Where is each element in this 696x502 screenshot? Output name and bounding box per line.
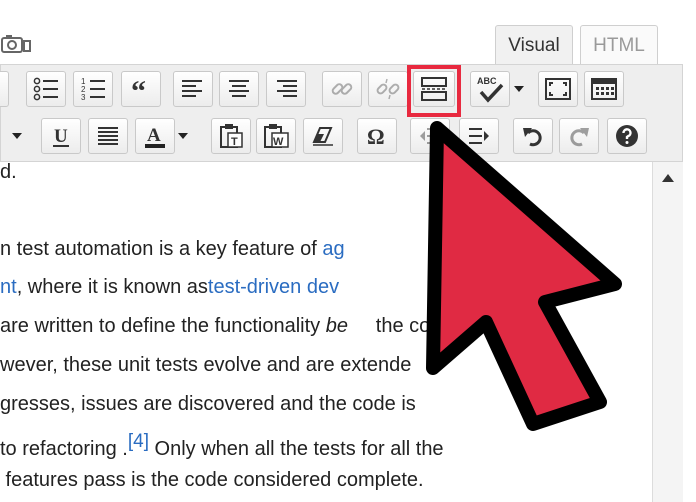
content-line: n test automation is a key feature of ag: [0, 238, 345, 260]
add-media-icon[interactable]: [0, 32, 32, 56]
text-color-button[interactable]: A: [135, 118, 175, 154]
paste-word-glyph: W: [273, 136, 284, 148]
align-left-button[interactable]: [173, 71, 213, 107]
indent-icon: [469, 128, 489, 144]
vertical-scrollbar[interactable]: [652, 162, 683, 502]
content-line: features pass is the code considered com…: [0, 469, 424, 491]
special-character-button[interactable]: Ω: [357, 118, 397, 154]
tab-html[interactable]: HTML: [580, 25, 658, 65]
scroll-up-arrow-icon[interactable]: [662, 174, 674, 182]
format-dropdown[interactable]: [8, 118, 26, 154]
editor-content[interactable]: d. n test automation is a key feature of…: [0, 162, 652, 502]
help-button[interactable]: [607, 118, 647, 154]
paste-from-word-icon: W: [264, 124, 289, 148]
align-right-button[interactable]: [266, 71, 306, 107]
chevron-down-icon: [514, 86, 524, 92]
outdent-button[interactable]: [410, 118, 450, 154]
content-line: are written to define the functionality …: [0, 315, 473, 337]
blockquote-button[interactable]: “: [121, 71, 161, 107]
more-tag-highlight: [407, 65, 461, 117]
toolbar-button-partial[interactable]: [0, 71, 9, 107]
align-center-icon: [229, 80, 249, 97]
content-line: to refactoring .[4] Only when all the te…: [0, 431, 444, 460]
help-icon: [616, 125, 638, 147]
kitchen-sink-button[interactable]: [584, 71, 624, 107]
chevron-down-icon: [12, 133, 22, 139]
redo-button[interactable]: [559, 118, 599, 154]
text-color-icon: A: [145, 125, 165, 148]
fullscreen-button[interactable]: [538, 71, 578, 107]
bullet-list-button[interactable]: [26, 71, 66, 107]
footnote-link[interactable]: [4]: [128, 431, 149, 452]
clear-formatting-button[interactable]: [303, 118, 343, 154]
redo-icon: [570, 128, 589, 147]
svg-text:“: “: [131, 79, 146, 99]
special-character-icon: Ω: [367, 124, 385, 148]
spellcheck-dropdown[interactable]: [510, 71, 528, 107]
paste-as-text-button[interactable]: T: [211, 118, 251, 154]
numbered-list-icon: 1 2 3: [81, 77, 105, 102]
content-line: wever, these unit tests evolve and are e…: [0, 354, 412, 376]
fullscreen-icon: [545, 78, 571, 100]
underline-glyph: U: [54, 126, 68, 147]
kitchen-sink-icon: [591, 78, 617, 100]
content-link[interactable]: ag: [322, 238, 344, 260]
paste-from-word-button[interactable]: W: [256, 118, 296, 154]
unlink-button[interactable]: [368, 71, 408, 107]
content-line: nt, where it is known astest-driven dev: [0, 276, 340, 298]
spellcheck-abc-label: ABC: [477, 76, 497, 86]
numbered-list-button[interactable]: 1 2 3: [73, 71, 113, 107]
content-line: d.: [0, 162, 17, 183]
underline-icon: U: [53, 126, 69, 147]
text-color-dropdown[interactable]: [174, 118, 192, 154]
align-right-icon: [277, 80, 297, 97]
indent-button[interactable]: [459, 118, 499, 154]
clear-formatting-icon: [312, 127, 333, 146]
omega-glyph: Ω: [367, 124, 385, 148]
spellcheck-icon: ABC: [477, 76, 504, 103]
spellcheck-button[interactable]: ABC: [470, 71, 510, 107]
paste-as-text-icon: T: [220, 124, 243, 148]
undo-icon: [523, 128, 542, 147]
paste-text-glyph: T: [231, 136, 238, 148]
undo-button[interactable]: [513, 118, 553, 154]
tab-visual[interactable]: Visual: [495, 25, 573, 65]
content-line: gresses, issues are discovered and the c…: [0, 393, 416, 415]
bullet-list-icon: [33, 77, 58, 101]
outdent-icon: [420, 128, 440, 144]
blockquote-icon: “: [131, 79, 146, 99]
unlink-icon: [376, 78, 400, 100]
justify-icon: [98, 127, 118, 145]
content-link[interactable]: nt: [0, 276, 17, 298]
chevron-down-icon: [178, 133, 188, 139]
align-center-button[interactable]: [219, 71, 259, 107]
svg-text:3: 3: [81, 93, 86, 102]
justify-button[interactable]: [88, 118, 128, 154]
insert-link-icon: [331, 83, 353, 95]
insert-link-button[interactable]: [322, 71, 362, 107]
align-left-icon: [182, 80, 202, 97]
editor-header: Visual HTML: [0, 0, 696, 65]
underline-button[interactable]: U: [41, 118, 81, 154]
text-color-glyph: A: [147, 125, 161, 146]
content-link[interactable]: test-driven dev: [208, 276, 339, 298]
